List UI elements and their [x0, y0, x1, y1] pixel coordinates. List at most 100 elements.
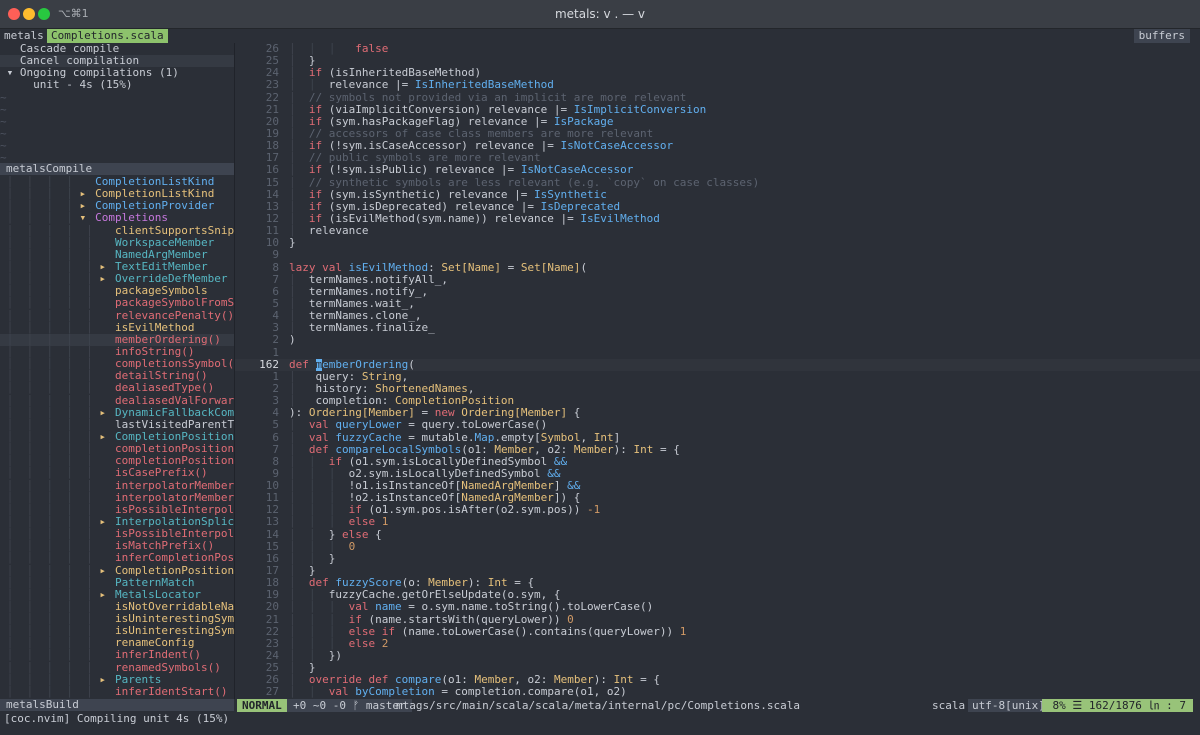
chevron-right-icon[interactable]: ▸: [99, 674, 108, 686]
tab-completions-scala[interactable]: Completions.scala: [47, 29, 168, 43]
code-line[interactable]: 25 │ }: [235, 662, 1200, 674]
tree-item[interactable]: │ │ │ │ │ isNotOverridableName: [0, 601, 234, 613]
code-line[interactable]: 3 │ completion: CompletionPosition: [235, 395, 1200, 407]
tree-item[interactable]: │ │ │ │ │ isUninterestingSymbolO: [0, 613, 234, 625]
code-line[interactable]: 11 │ │ │ !o2.isInstanceOf[NamedArgMember]…: [235, 492, 1200, 504]
tree-item[interactable]: │ │ │ │ │ isMatchPrefix(): [0, 540, 234, 552]
chevron-right-icon[interactable]: ▸: [99, 261, 108, 273]
tree-item[interactable]: │ │ │ │ │ inferIndent(): [0, 649, 234, 661]
tree-item[interactable]: │ │ │ │ │ ▸ MetalsLocator: [0, 589, 234, 601]
code-line[interactable]: 5 │ termNames.wait_,: [235, 298, 1200, 310]
code-line[interactable]: 18 │ if (!sym.isCaseAccessor) relevance |…: [235, 140, 1200, 152]
tree-item[interactable]: │ │ │ │ CompletionListKind: [0, 176, 234, 188]
code-line[interactable]: 16 │ if (!sym.isPublic) relevance |= IsNo…: [235, 164, 1200, 176]
code-line[interactable]: 19 │ │ fuzzyCache.getOrElseUpdate(o.sym, …: [235, 589, 1200, 601]
code-line[interactable]: 26 │ │ │ false: [235, 43, 1200, 55]
tree-item[interactable]: │ │ │ │ │ ▸ Parents: [0, 674, 234, 686]
code-line[interactable]: 12 │ │ │ if (o1.sym.pos.isAfter(o2.sym.po…: [235, 504, 1200, 516]
code-line[interactable]: 11 │ relevance: [235, 225, 1200, 237]
tree-item[interactable]: │ │ │ │ ▸ CompletionListKind: [0, 188, 234, 200]
code-line[interactable]: 17 │ // public symbols are more relevant: [235, 152, 1200, 164]
tree-item[interactable]: │ │ │ │ │ detailString(): [0, 370, 234, 382]
tree-item[interactable]: │ │ │ │ │ renameConfig: [0, 637, 234, 649]
code-line[interactable]: 6 │ val fuzzyCache = mutable.Map.empty[Sy…: [235, 432, 1200, 444]
chevron-right-icon[interactable]: ▸: [99, 565, 108, 577]
chevron-right-icon[interactable]: ▸: [99, 589, 108, 601]
tree-item[interactable]: │ │ │ │ │ completionPositionUnsa: [0, 455, 234, 467]
tree-item[interactable]: │ │ │ │ │ packageSymbolFromStrin: [0, 297, 234, 309]
code-line[interactable]: 12 │ if (isEvilMethod(sym.name)) relevanc…: [235, 213, 1200, 225]
code-line[interactable]: 17 │ }: [235, 565, 1200, 577]
command-line[interactable]: [coc.nvim] Compiling unit 4s (15%): [0, 712, 1200, 735]
code-line[interactable]: 3 │ termNames.finalize_: [235, 322, 1200, 334]
command-ongoing-compilations[interactable]: ▾ Ongoing compilations (1): [0, 67, 234, 79]
tree-item[interactable]: │ │ │ │ │ completionPosition(): [0, 443, 234, 455]
code-line[interactable]: 10}: [235, 237, 1200, 249]
tree-item[interactable]: │ │ │ │ │ isPossibleInterpolator: [0, 504, 234, 516]
code-line[interactable]: 24 │ if (isInheritedBaseMethod): [235, 67, 1200, 79]
code-line[interactable]: 21 │ if (viaImplicitConversion) relevance…: [235, 104, 1200, 116]
tree-item[interactable]: │ │ │ │ │ relevancePenalty(): [0, 310, 234, 322]
tree-item[interactable]: │ │ │ │ │ ▸ TextEditMember: [0, 261, 234, 273]
tree-item[interactable]: │ │ │ │ │ lastVisitedParentTree: [0, 419, 234, 431]
tree-item[interactable]: │ │ │ │ │ clientSupportsSnippets: [0, 225, 234, 237]
tree-item[interactable]: │ │ │ │ │ WorkspaceMember: [0, 237, 234, 249]
code-line[interactable]: 16 │ │ }: [235, 553, 1200, 565]
tree-item[interactable]: │ │ │ │ │ NamedArgMember: [0, 249, 234, 261]
code-line[interactable]: 23 │ │ relevance |= IsInheritedBaseMethod: [235, 79, 1200, 91]
code-line[interactable]: 23 │ │ │ else 2: [235, 638, 1200, 650]
code-line[interactable]: 9 │ │ │ o2.sym.isLocallyDefinedSymbol &&: [235, 468, 1200, 480]
code-line[interactable]: 6 │ termNames.notify_,: [235, 286, 1200, 298]
code-line[interactable]: 1 │ query: String,: [235, 371, 1200, 383]
tree-item[interactable]: │ │ │ │ │ dealiasedValForwarder(: [0, 395, 234, 407]
current-code-line[interactable]: 162 def memberOrdering(: [235, 358, 1200, 371]
code-editor[interactable]: 26 │ │ │ false 25 │ } 24 │ if (isInheritedBas…: [235, 43, 1200, 699]
code-line[interactable]: 9: [235, 249, 1200, 261]
chevron-right-icon[interactable]: ▸: [99, 407, 108, 419]
code-line[interactable]: 18 │ def fuzzyScore(o: Member): Int = {: [235, 577, 1200, 589]
tree-item[interactable]: │ │ │ │ │ ▸ CompletionPosition: [0, 431, 234, 443]
tree-item[interactable]: │ │ │ │ │ completionsSymbol(): [0, 358, 234, 370]
tree-item[interactable]: │ │ │ │ │ memberOrdering(): [0, 333, 234, 346]
code-line[interactable]: 15 │ │ │ 0: [235, 541, 1200, 553]
code-line[interactable]: 13 │ if (sym.isDeprecated) relevance |= I…: [235, 201, 1200, 213]
tree-item[interactable]: │ │ │ │ │ isUninterestingSymbol: [0, 625, 234, 637]
tree-item[interactable]: │ │ │ │ ▸ CompletionProvider: [0, 200, 234, 212]
code-line[interactable]: 7 │ def compareLocalSymbols(o1: Member, o…: [235, 444, 1200, 456]
tree-item[interactable]: │ │ │ │ │ ▸ DynamicFallbackComplet: [0, 407, 234, 419]
tree-item[interactable]: │ │ │ │ │ ▸ InterpolationSplice: [0, 516, 234, 528]
code-line[interactable]: 20 │ if (sym.hasPackageFlag) relevance |=…: [235, 116, 1200, 128]
tree-item[interactable]: │ │ │ │ │ inferIdentStart(): [0, 686, 234, 698]
code-line[interactable]: 15 │ // synthetic symbols are less releva…: [235, 177, 1200, 189]
code-line[interactable]: 8 lazy val isEvilMethod: Set[Name] = Set[…: [235, 262, 1200, 274]
code-line[interactable]: 25 │ }: [235, 55, 1200, 67]
chevron-right-icon[interactable]: ▸: [99, 516, 108, 528]
code-line[interactable]: 10 │ │ │ !o1.isInstanceOf[NamedArgMember]…: [235, 480, 1200, 492]
code-line[interactable]: 2): [235, 334, 1200, 346]
code-line[interactable]: 19 │ // accessors of case class members a…: [235, 128, 1200, 140]
code-line[interactable]: 21 │ │ │ if (name.startsWith(queryLower))…: [235, 614, 1200, 626]
tree-item[interactable]: │ │ │ │ │ ▸ OverrideDefMember: [0, 273, 234, 285]
tree-item[interactable]: │ │ │ │ │ PatternMatch: [0, 577, 234, 589]
code-line[interactable]: 20 │ │ │ val name = o.sym.name.toString()…: [235, 601, 1200, 613]
code-line[interactable]: 1: [235, 347, 1200, 359]
code-line[interactable]: 8 │ │ if (o1.sym.isLocallyDefinedSymbol &…: [235, 456, 1200, 468]
code-line[interactable]: 7 │ termNames.notifyAll_,: [235, 274, 1200, 286]
code-line[interactable]: 4 │ termNames.clone_,: [235, 310, 1200, 322]
tree-item[interactable]: │ │ │ │ │ dealiasedType(): [0, 382, 234, 394]
compilation-unit-item[interactable]: unit - 4s (15%): [0, 79, 234, 91]
tree-item[interactable]: │ │ │ │ ▾ Completions: [0, 212, 234, 224]
code-line[interactable]: 14 │ if (sym.isSynthetic) relevance |= Is…: [235, 189, 1200, 201]
tree-item[interactable]: │ │ │ │ │ infoString(): [0, 346, 234, 358]
code-line[interactable]: 14 │ │ } else {: [235, 529, 1200, 541]
code-line[interactable]: 26 │ override def compare(o1: Member, o2:…: [235, 674, 1200, 686]
chevron-right-icon[interactable]: ▸: [99, 273, 108, 285]
tree-item[interactable]: │ │ │ │ │ packageSymbols: [0, 285, 234, 297]
code-line[interactable]: 22 │ // symbols not provided via an impli…: [235, 92, 1200, 104]
tree-item[interactable]: │ │ │ │ │ interpolatorMemberArg(: [0, 480, 234, 492]
code-line[interactable]: 5 │ val queryLower = query.toLowerCase(): [235, 419, 1200, 431]
tree-item[interactable]: │ │ │ │ │ isEvilMethod: [0, 322, 234, 334]
tree-item[interactable]: │ │ │ │ │ renamedSymbols(): [0, 662, 234, 674]
tree-item[interactable]: │ │ │ │ │ inferCompletionPositio: [0, 552, 234, 564]
command-cascade-compile[interactable]: Cascade compile: [0, 43, 234, 55]
